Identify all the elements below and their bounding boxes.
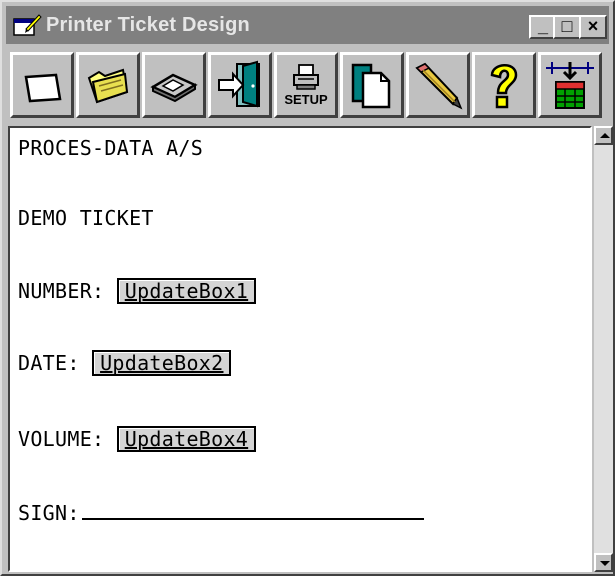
arrow-up-icon (600, 133, 610, 138)
new-button[interactable] (10, 52, 74, 118)
toolbar: SETUP (6, 48, 609, 122)
printer-setup-icon (293, 64, 319, 90)
exit-button[interactable] (208, 52, 272, 118)
number-line[interactable]: NUMBER: UpdateBox1 (18, 278, 257, 304)
copy-pages-button[interactable] (340, 52, 404, 118)
setup-label: SETUP (284, 92, 328, 107)
app-icon (12, 11, 42, 39)
pencil-icon (415, 62, 463, 110)
date-line[interactable]: DATE: UpdateBox2 (18, 350, 232, 376)
edit-button[interactable] (406, 52, 470, 118)
maximize-button[interactable]: □ (553, 15, 581, 39)
new-page-icon (24, 73, 62, 103)
scroll-down-button[interactable] (594, 553, 613, 572)
open-folder-icon (87, 68, 129, 104)
number-update-box[interactable]: UpdateBox1 (116, 278, 257, 304)
save-button[interactable] (142, 52, 206, 118)
scroll-up-button[interactable] (594, 126, 613, 145)
insert-field-icon (546, 62, 594, 109)
volume-line[interactable]: VOLUME: UpdateBox4 (18, 426, 257, 452)
date-update-box[interactable]: UpdateBox2 (92, 350, 232, 376)
copy-pages-icon (351, 63, 391, 109)
printer-ticket-design-window: Printer Ticket Design _ □ × SETUP PROCES… (0, 0, 615, 576)
signature-rule (81, 500, 424, 520)
number-label: NUMBER: (18, 279, 105, 303)
help-question-icon (490, 64, 518, 109)
save-disk-icon (150, 73, 198, 103)
arrow-down-icon (600, 561, 610, 566)
sign-label: SIGN: (18, 501, 80, 525)
close-icon: × (587, 16, 599, 36)
title-bar[interactable]: Printer Ticket Design _ □ × (6, 6, 609, 44)
company-line[interactable]: PROCES-DATA A/S (18, 136, 203, 160)
vertical-scrollbar[interactable] (594, 126, 613, 572)
insert-field-button[interactable] (538, 52, 602, 118)
window-title: Printer Ticket Design (46, 13, 250, 36)
exit-door-icon (218, 60, 260, 108)
date-label: DATE: (18, 351, 80, 375)
open-button[interactable] (76, 52, 140, 118)
ticket-design-area[interactable]: PROCES-DATA A/S DEMO TICKET NUMBER: Upda… (8, 126, 592, 572)
volume-label: VOLUME: (18, 427, 105, 451)
heading-line[interactable]: DEMO TICKET (18, 206, 154, 230)
volume-update-box[interactable]: UpdateBox4 (116, 426, 257, 452)
help-button[interactable] (472, 52, 536, 118)
sign-line[interactable]: SIGN: (18, 500, 424, 525)
minimize-icon: _ (537, 16, 548, 36)
printer-setup-button[interactable]: SETUP (274, 52, 338, 118)
maximize-icon: □ (561, 16, 573, 36)
close-button[interactable]: × (579, 15, 607, 39)
